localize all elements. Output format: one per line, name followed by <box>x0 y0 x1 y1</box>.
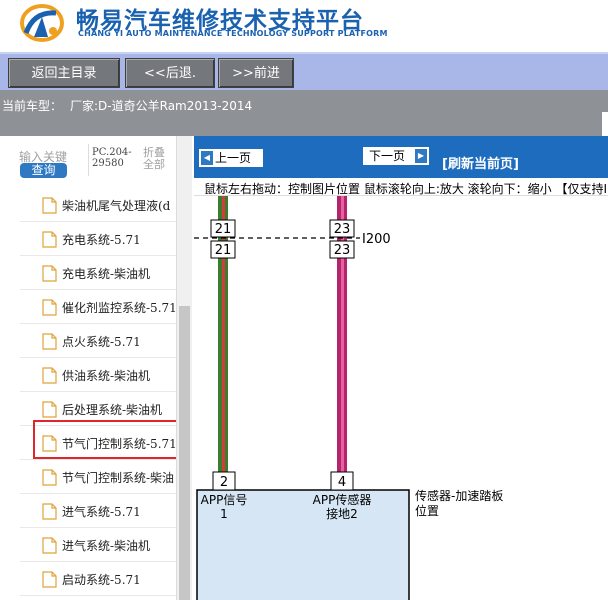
document-icon <box>42 299 57 316</box>
component-label-1: 传感器-加速踏板 <box>415 488 503 503</box>
right-pin-top: 23 <box>334 222 351 237</box>
right-pin-number: 4 <box>338 475 346 490</box>
tree-item[interactable]: 启动系统-5.71 <box>20 562 176 596</box>
document-icon <box>42 333 57 350</box>
component-label-2: 位置 <box>415 503 439 518</box>
right-box-label-2: 接地2 <box>326 506 358 521</box>
document-icon <box>42 197 57 214</box>
tree-item-label: 充电系统-柴油机 <box>62 267 151 281</box>
tree-item-label: 后处理系统-柴油机 <box>62 403 163 417</box>
document-icon <box>42 503 57 520</box>
tree-item-label: 进气系统-柴油机 <box>62 539 151 553</box>
wiring-diagram[interactable]: 21 21 23 23 I200 2 4 APP信号 1 APP传感器 接地2 … <box>194 196 608 600</box>
tree-item-label: 充电系统-5.71 <box>62 233 141 247</box>
right-wire-stripe-3 <box>344 196 347 489</box>
tree-item-label: 点火系统-5.71 <box>62 335 141 349</box>
arrow-right-icon: ▶ <box>415 149 427 163</box>
tree-item-label: 启动系统-5.71 <box>62 573 141 587</box>
header: 畅易汽车维修技术支持平台 CHANG YI AUTO MAINTENANCE T… <box>0 0 608 50</box>
brand-subtitle: CHANG YI AUTO MAINTENANCE TECHNOLOGY SUP… <box>78 29 388 38</box>
vehicle-bar: 当前车型： 厂家:D-道奇公羊Ram2013-2014 <box>0 90 608 136</box>
next-page-button[interactable]: 下一页 ▶ <box>362 146 430 166</box>
document-icon <box>42 469 57 486</box>
collapse-line2: 全部 <box>143 158 165 171</box>
tree-scrollbar[interactable] <box>176 136 192 600</box>
prev-page-button[interactable]: ◀ 上一页 <box>198 148 264 168</box>
connector-label: I200 <box>362 232 391 247</box>
diagram-viewer: ◀ 上一页 下一页 ▶ [刷新当前页] 鼠标左右拖动：控制图片位置 鼠标滚轮向上… <box>194 136 608 600</box>
forward-button[interactable]: >>前进 <box>218 58 294 88</box>
divider <box>88 144 89 176</box>
tree-item[interactable]: 进气系统-5.71 <box>20 494 176 528</box>
document-icon <box>42 401 57 418</box>
tree-item[interactable]: 节气门控制系统-柴油 <box>20 460 176 494</box>
tree-item-label: 进气系统-5.71 <box>62 505 141 519</box>
right-box-label-1: APP传感器 <box>313 492 372 507</box>
tree-item[interactable]: 供油系统-柴油机 <box>20 358 176 392</box>
hint-bar: 鼠标左右拖动：控制图片位置 鼠标滚轮向上:放大 滚轮向下：缩小 【仅支持IE浏览… <box>194 178 608 196</box>
left-box-label-1: APP信号 <box>201 493 248 507</box>
tree-item-label: 柴油机尾气处理液(d <box>62 199 171 213</box>
left-pin-number: 2 <box>220 475 228 490</box>
left-pin-bottom: 21 <box>215 243 232 258</box>
selected-item-highlight <box>33 420 186 459</box>
logo-icon <box>20 4 64 42</box>
document-tree: 柴油机尾气处理液(d 充电系统-5.71 充电系统-柴油机催化剂监控系统-5.71 点… <box>0 188 176 600</box>
tree-item[interactable]: 进气系统-柴油机 <box>20 528 176 562</box>
document-icon <box>42 537 57 554</box>
left-wire-stripe-1 <box>218 196 222 489</box>
vehicle-label: 当前车型： <box>2 99 63 113</box>
tree-item-label: 供油系统-柴油机 <box>62 369 151 383</box>
pc-number: PC.204- 29580 <box>92 147 132 169</box>
tree-item-label: 节气门控制系统-柴油 <box>62 471 175 485</box>
refresh-button[interactable]: [刷新当前页] <box>442 153 519 172</box>
left-pin-top: 21 <box>215 222 232 237</box>
pc-number-line2: 29580 <box>92 158 124 169</box>
tree-item[interactable]: 点火系统-5.71 <box>20 324 176 358</box>
tree-item[interactable]: 充电系统-柴油机 <box>20 256 176 290</box>
home-button[interactable]: 返回主目录 <box>8 58 120 88</box>
tree-item[interactable]: 柴油机尾气处理液(d <box>20 188 176 222</box>
prev-page-label: 上一页 <box>215 151 252 165</box>
right-wire-stripe-1 <box>337 196 341 489</box>
right-pin-bottom: 23 <box>334 243 351 258</box>
search-button[interactable]: 查询 <box>20 163 67 178</box>
right-wire-stripe-2 <box>341 196 344 489</box>
left-panel: 输入关键 查询 PC.204- 29580 折叠 全部 柴油机尾气处理液(d 充电… <box>0 136 192 600</box>
back-button[interactable]: <<后退. <box>125 58 215 88</box>
document-icon <box>42 231 57 248</box>
vehicle-bar-edge <box>602 112 608 136</box>
next-page-label: 下一页 <box>369 149 406 163</box>
left-box-label-2: 1 <box>220 507 228 521</box>
document-icon <box>42 571 57 588</box>
nav-bar: 返回主目录 <<后退. >>前进 <box>0 52 608 90</box>
document-icon <box>42 367 57 384</box>
tree-item-label: 催化剂监控系统-5.71 <box>62 301 176 315</box>
left-wire-stripe-2 <box>222 196 225 489</box>
viewer-toolbar: ◀ 上一页 下一页 ▶ [刷新当前页] <box>194 136 608 178</box>
vehicle-model: 厂家:D-道奇公羊Ram2013-2014 <box>70 99 253 113</box>
tree-item[interactable]: 催化剂监控系统-5.71 <box>20 290 176 324</box>
pc-number-line1: PC.204- <box>92 147 132 158</box>
tree-item[interactable]: 充电系统-5.71 <box>20 222 176 256</box>
arrow-left-icon: ◀ <box>201 151 213 165</box>
left-wire-stripe-3 <box>225 196 228 489</box>
collapse-all-button[interactable]: 折叠 全部 <box>143 147 165 171</box>
document-icon <box>42 265 57 282</box>
hint-text: 鼠标左右拖动：控制图片位置 鼠标滚轮向上:放大 滚轮向下：缩小 【仅支持IE浏览… <box>204 182 608 196</box>
scroll-thumb[interactable] <box>179 306 190 600</box>
